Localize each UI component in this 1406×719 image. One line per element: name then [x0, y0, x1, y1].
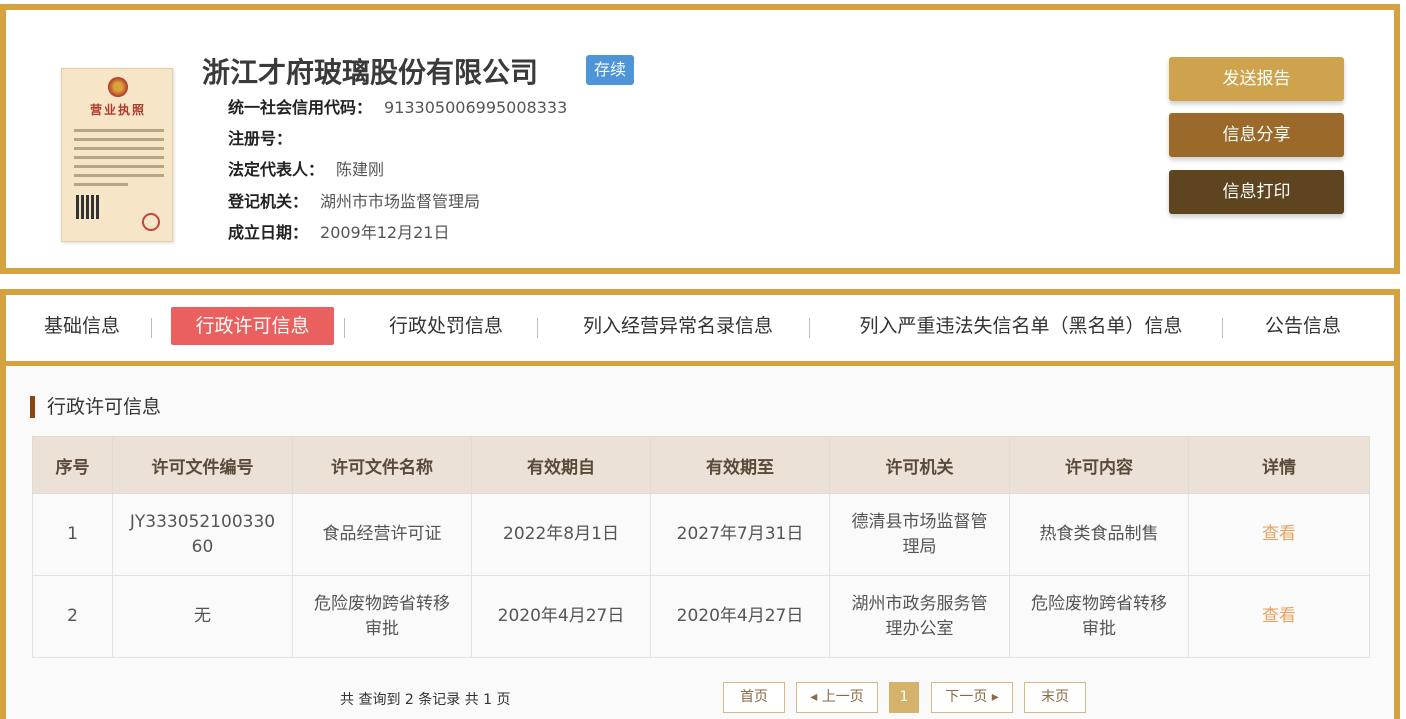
- table-cell: 湖州市政务服务管理办公室: [829, 575, 1010, 658]
- tab-announcements[interactable]: 公告信息: [1258, 307, 1348, 345]
- table-cell: 2020年4月27日: [650, 575, 830, 658]
- table-cell: JY33305210033060: [112, 493, 293, 576]
- table-cell: 德清县市场监督管理局: [829, 493, 1010, 576]
- tab-divider: [151, 318, 152, 338]
- license-title: 营业执照: [89, 103, 146, 117]
- establishment-date-value: 2009年12月21日: [320, 223, 450, 242]
- table-cell: 2: [32, 575, 113, 658]
- column-header: 详情: [1188, 436, 1370, 494]
- registration-authority-row: 登记机关： 湖州市市场监督管理局: [228, 190, 480, 214]
- first-page-button[interactable]: 首页: [723, 682, 785, 713]
- registration-number-row: 注册号：: [228, 127, 304, 151]
- table-header-row: 序号 许可文件编号 许可文件名称 有效期自 有效期至 许可机关 许可内容 详情: [32, 436, 1370, 494]
- legal-representative-value: 陈建刚: [336, 160, 385, 179]
- send-report-button[interactable]: 发送报告: [1169, 57, 1344, 101]
- last-page-button[interactable]: 末页: [1024, 682, 1086, 713]
- registration-authority-value: 湖州市市场监督管理局: [320, 192, 481, 211]
- table-cell: 无: [112, 575, 293, 658]
- table-cell: 热食类食品制售: [1009, 493, 1189, 576]
- column-header: 许可文件编号: [112, 436, 293, 494]
- tab-bar: 基础信息 行政许可信息 行政处罚信息 列入经营异常名录信息 列入严重违法失信名单…: [0, 289, 1400, 367]
- section-title: 行政许可信息: [30, 396, 161, 418]
- tab-blacklist[interactable]: 列入严重违法失信名单（黑名单）信息: [846, 307, 1196, 345]
- column-header: 许可内容: [1009, 436, 1189, 494]
- next-page-label: 下一页: [945, 689, 988, 705]
- table-row: 2 无 危险废物跨省转移审批 2020年4月27日 2020年4月27日 湖州市…: [32, 575, 1370, 658]
- tab-abnormal-operation[interactable]: 列入经营异常名录信息: [572, 307, 784, 345]
- view-details-link[interactable]: 查看: [1188, 493, 1370, 576]
- tab-administrative-license[interactable]: 行政许可信息: [171, 307, 334, 345]
- license-text-lines: [74, 129, 164, 192]
- table-cell: 2020年4月27日: [471, 575, 651, 658]
- business-license-image[interactable]: 营业执照: [61, 68, 173, 242]
- credit-code-label: 统一社会信用代码：: [228, 98, 373, 117]
- tab-basic-info[interactable]: 基础信息: [34, 307, 130, 345]
- table-cell: 危险废物跨省转移审批: [292, 575, 472, 658]
- status-badge: 存续: [586, 55, 634, 85]
- registration-number-label: 注册号：: [228, 129, 293, 148]
- table-cell: 1: [32, 493, 113, 576]
- tab-divider: [809, 318, 810, 338]
- tab-divider: [537, 318, 538, 338]
- credit-code-row: 统一社会信用代码： 913305006995008333: [228, 96, 567, 120]
- chevron-left-icon: ◂: [810, 689, 822, 705]
- company-name: 浙江才府玻璃股份有限公司: [202, 56, 539, 89]
- content-panel: 行政许可信息 序号 许可文件编号 许可文件名称 有效期自 有效期至 许可机关 许…: [0, 366, 1400, 719]
- table-cell: 2022年8月1日: [471, 493, 651, 576]
- column-header: 序号: [32, 436, 113, 494]
- prev-page-label: 上一页: [821, 689, 864, 705]
- tab-divider: [1222, 318, 1223, 338]
- qr-code-icon: [76, 195, 100, 219]
- national-emblem-icon: [108, 77, 128, 97]
- establishment-date-label: 成立日期：: [228, 223, 309, 242]
- table-cell: 危险废物跨省转移审批: [1009, 575, 1189, 658]
- table-cell: 食品经营许可证: [292, 493, 472, 576]
- view-details-link[interactable]: 查看: [1188, 575, 1370, 658]
- tab-administrative-penalty[interactable]: 行政处罚信息: [380, 307, 512, 345]
- prev-page-button[interactable]: ◂ 上一页: [796, 682, 878, 713]
- table-row: 1 JY33305210033060 食品经营许可证 2022年8月1日 202…: [32, 493, 1370, 576]
- column-header: 许可机关: [829, 436, 1010, 494]
- seal-icon: [142, 213, 160, 231]
- credit-code-value: 913305006995008333: [384, 98, 568, 117]
- legal-representative-row: 法定代表人： 陈建刚: [228, 158, 384, 182]
- share-info-button[interactable]: 信息分享: [1169, 113, 1344, 157]
- registration-authority-label: 登记机关：: [228, 192, 309, 211]
- current-page-button[interactable]: 1: [889, 682, 919, 713]
- next-page-button[interactable]: 下一页 ▸: [931, 682, 1013, 713]
- column-header: 许可文件名称: [292, 436, 472, 494]
- license-table: 序号 许可文件编号 许可文件名称 有效期自 有效期至 许可机关 许可内容 详情 …: [32, 436, 1370, 658]
- column-header: 有效期至: [650, 436, 830, 494]
- company-card: 营业执照 浙江才府玻璃股份有限公司 存续 统一社会信用代码： 9133050069…: [0, 4, 1400, 274]
- establishment-date-row: 成立日期： 2009年12月21日: [228, 221, 449, 245]
- print-info-button[interactable]: 信息打印: [1169, 170, 1344, 214]
- tab-divider: [344, 318, 345, 338]
- legal-representative-label: 法定代表人：: [228, 160, 325, 179]
- table-cell: 2027年7月31日: [650, 493, 830, 576]
- pagination-summary: 共 查询到 2 条记录 共 1 页: [340, 692, 511, 708]
- chevron-right-icon: ▸: [987, 689, 999, 705]
- column-header: 有效期自: [471, 436, 651, 494]
